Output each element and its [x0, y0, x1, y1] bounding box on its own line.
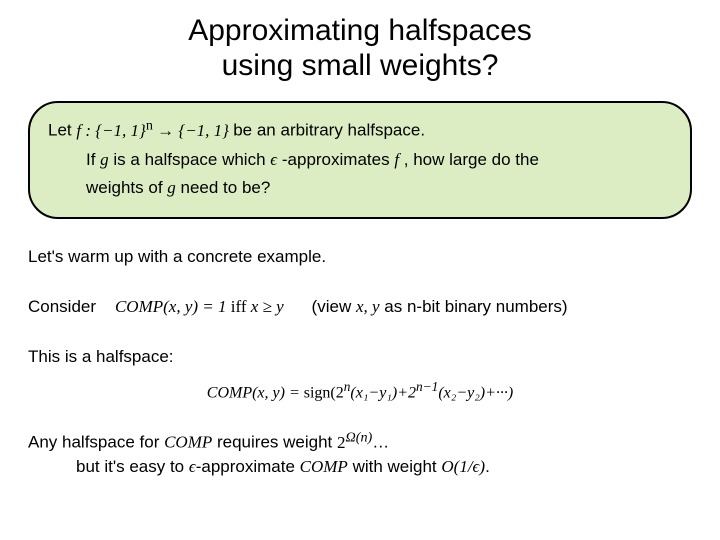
math-epsilon: ϵ	[270, 150, 277, 169]
math-f: f	[394, 150, 399, 169]
math-comp-lhs: COMP(x, y) =	[207, 384, 304, 401]
math-term-1: (x₁−y₁)+2	[350, 384, 416, 401]
text-view: (view	[312, 297, 356, 316]
question-line-2: If g is a halfspace which ϵ -approximate…	[48, 146, 672, 175]
comp-equation: COMP(x, y) = sign(2n(x₁−y₁)+2n−1(x₂−y₂)+…	[28, 379, 692, 402]
text-be-halfspace: be an arbitrary halfspace.	[233, 121, 425, 140]
math-arrow-codomain: → {−1, 1}	[153, 121, 229, 140]
math-exp-nm1: n−1	[416, 379, 438, 394]
slide-title: Approximating halfspaces using small wei…	[28, 14, 692, 83]
math-comp-2: COMP	[300, 457, 348, 476]
math-comp-1: COMP	[164, 433, 212, 452]
text-let: Let	[48, 121, 76, 140]
text-need-to-be: need to be?	[181, 178, 271, 197]
text-but-easy: but it's easy to	[76, 457, 189, 476]
math-g: g	[100, 150, 109, 169]
math-sup-n: n	[146, 117, 153, 133]
text-approximates: -approximates	[282, 150, 394, 169]
math-f-domain-base: f : {−1, 1}	[76, 121, 145, 140]
text-with-weight: with weight	[353, 457, 442, 476]
text-is-halfspace: is a halfspace which	[113, 150, 270, 169]
closing-line-1: Any halfspace for COMP requires weight 2…	[28, 428, 692, 454]
text-iff: iff	[227, 297, 251, 316]
math-comp-eq-1: COMP(x, y) = 1	[115, 297, 227, 316]
text-requires-weight: requires weight	[217, 433, 337, 452]
closing-line-2: but it's easy to ϵ-approximate COMP with…	[28, 455, 692, 479]
text-consider: Consider	[28, 297, 96, 316]
math-xgey: x ≥ y	[251, 297, 284, 316]
text-ellipsis: …	[372, 433, 389, 452]
math-sign: sign(2	[304, 384, 344, 401]
question-line-1: Let f : {−1, 1}n → {−1, 1} be an arbitra…	[48, 113, 672, 146]
title-line-1: Approximating halfspaces	[188, 14, 532, 47]
text-if: If	[86, 150, 100, 169]
title-line-2: using small weights?	[222, 49, 499, 82]
math-exp-omega-n: Ω(n)	[346, 429, 373, 445]
math-big-o: O(1/ϵ)	[441, 457, 485, 476]
warmup-text: Let's warm up with a concrete example.	[28, 245, 692, 269]
text-how-large: , how large do the	[404, 150, 539, 169]
text-weights-of: weights of	[86, 178, 167, 197]
math-two-omega-n: 2Ω(n)	[337, 433, 372, 452]
closing-block: Any halfspace for COMP requires weight 2…	[28, 428, 692, 478]
math-comp-def: COMP(x, y) = 1 iff x ≥ y	[115, 297, 288, 316]
text-any-halfspace: Any halfspace for	[28, 433, 164, 452]
math-base-2: 2	[337, 433, 346, 452]
question-line-3: weights of g need to be?	[48, 174, 672, 203]
question-box: Let f : {−1, 1}n → {−1, 1} be an arbitra…	[28, 101, 692, 219]
slide: Approximating halfspaces using small wei…	[0, 0, 720, 498]
math-epsilon-2: ϵ	[189, 457, 196, 476]
math-term-2: (x₂−y₂)+···)	[438, 384, 513, 401]
text-approximate: -approximate	[196, 457, 300, 476]
math-f-domain: f : {−1, 1}n → {−1, 1}	[76, 121, 233, 140]
text-period: .	[485, 457, 490, 476]
consider-line: Consider COMP(x, y) = 1 iff x ≥ y (view …	[28, 295, 692, 319]
this-is-halfspace: This is a halfspace:	[28, 345, 692, 369]
math-xy: x, y	[356, 297, 380, 316]
math-g-2: g	[167, 178, 176, 197]
text-as-bits: as n-bit binary numbers)	[380, 297, 568, 316]
